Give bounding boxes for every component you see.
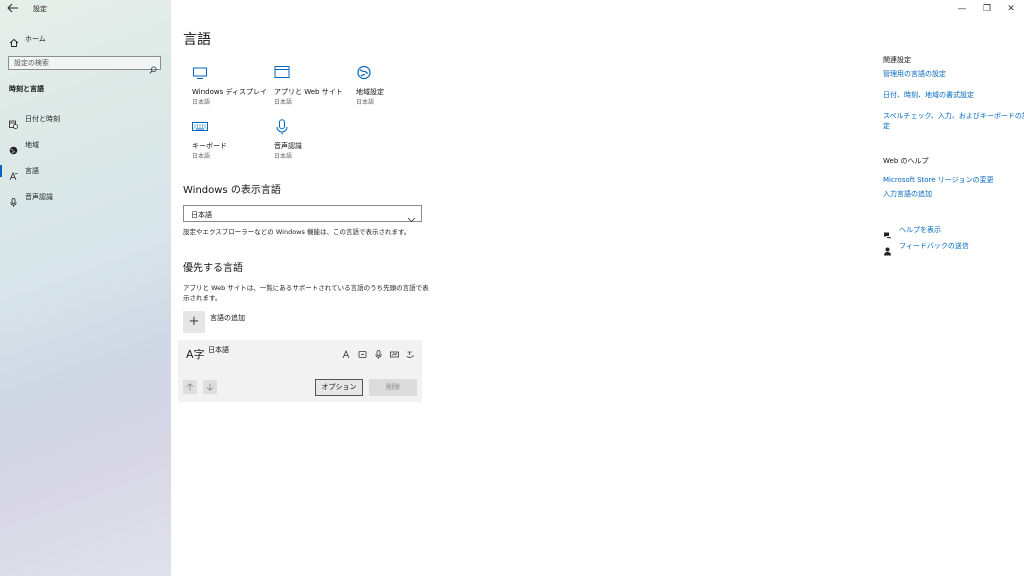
- display-icon: [192, 65, 208, 81]
- move-down-button[interactable]: [203, 380, 217, 394]
- tile-sublabel: 日本語: [192, 99, 211, 106]
- speech-feature-icon: [374, 344, 384, 359]
- language-glyph-icon: A字: [186, 348, 205, 361]
- sidebar-item-label: 地域: [25, 141, 39, 149]
- chevron-down-icon: [407, 209, 416, 223]
- tile-label: 音声認識: [274, 142, 302, 150]
- page-title: 言語: [183, 32, 211, 48]
- sidebar-item-speech[interactable]: 音声認識: [0, 188, 171, 207]
- language-feature-icons: [341, 344, 416, 359]
- tile-sublabel: 日本語: [274, 153, 293, 160]
- search-icon[interactable]: [149, 59, 157, 74]
- display-language-feature-icon: [342, 344, 352, 359]
- sidebar-item-label: 日付と時刻: [25, 115, 60, 123]
- add-language-label[interactable]: 言語の追加: [210, 313, 245, 323]
- search-box[interactable]: [8, 56, 161, 74]
- tile-label: キーボード: [192, 142, 227, 150]
- help-chat-icon: [883, 225, 892, 239]
- tile-speech[interactable]: 音声認識 日本語: [274, 119, 354, 161]
- search-input[interactable]: [9, 57, 149, 69]
- microphone-icon: [9, 192, 18, 207]
- sidebar-item-home[interactable]: ホーム: [0, 30, 171, 48]
- display-language-description: 設定やエクスプローラーなどの Windows 機能は、この言語で表示されます。: [183, 228, 411, 236]
- arrow-down-icon: [206, 383, 214, 391]
- keyboard-icon: [192, 119, 208, 135]
- tile-keyboard[interactable]: キーボード 日本語: [192, 119, 272, 161]
- microphone-icon: [274, 119, 290, 135]
- preferred-languages-heading: 優先する言語: [183, 263, 243, 274]
- preferred-languages-description-2: 示されます。: [183, 294, 222, 302]
- date-time-region-format-link[interactable]: 日付、時刻、地域の書式設定: [883, 90, 974, 100]
- globe-icon: [9, 140, 18, 155]
- spelling-typing-keyboard-link[interactable]: スペルチェック、入力、およびキーボードの設: [883, 111, 1024, 121]
- remove-button[interactable]: 削除: [369, 379, 417, 396]
- tile-sublabel: 日本語: [356, 99, 375, 106]
- tile-label: Windows ディスプレイ: [192, 88, 267, 96]
- home-icon: [9, 33, 19, 47]
- display-language-select[interactable]: 日本語: [183, 205, 422, 223]
- sidebar-section-heading: 時刻と言語: [9, 85, 44, 93]
- send-feedback-link[interactable]: フィードバックの送信: [899, 241, 969, 251]
- feedback-person-icon: [883, 241, 892, 256]
- tile-apps-websites[interactable]: アプリと Web サイト 日本語: [274, 65, 354, 107]
- admin-language-settings-link[interactable]: 管理用の言語の設定: [883, 69, 946, 79]
- tile-sublabel: 日本語: [192, 153, 211, 160]
- tile-label: アプリと Web サイト: [274, 88, 343, 96]
- move-up-button[interactable]: [183, 380, 197, 394]
- app-title: 設定: [33, 5, 47, 13]
- tile-label: 地域設定: [356, 88, 384, 96]
- language-name: 日本語: [208, 346, 229, 354]
- get-help-link[interactable]: ヘルプを表示: [899, 225, 941, 235]
- sidebar-item-label: ホーム: [25, 35, 46, 43]
- minimize-button[interactable]: —: [952, 2, 972, 16]
- language-icon: [9, 166, 18, 181]
- sidebar-item-label: 音声認識: [25, 193, 53, 201]
- close-button[interactable]: ✕: [1001, 2, 1021, 16]
- globe-icon: [356, 65, 372, 81]
- arrow-up-icon: [186, 383, 194, 391]
- tile-region-settings[interactable]: 地域設定 日本語: [356, 65, 436, 107]
- display-language-heading: Windows の表示言語: [183, 185, 281, 196]
- tile-windows-display[interactable]: Windows ディスプレイ 日本語: [192, 65, 272, 107]
- preferred-languages-description-1: アプリと Web サイトは、一覧にあるサポートされている言語のうち先頭の言語で表: [183, 284, 429, 292]
- web-help-heading: Web のヘルプ: [883, 157, 929, 165]
- display-language-value: 日本語: [191, 211, 212, 219]
- window-icon: [274, 65, 290, 81]
- plus-icon: +: [188, 314, 200, 329]
- options-button[interactable]: オプション: [315, 379, 363, 396]
- sidebar-item-date-time[interactable]: 日付と時刻: [0, 110, 171, 129]
- add-input-language-link[interactable]: 入力言語の追加: [883, 189, 932, 199]
- sidebar-item-region[interactable]: 地域: [0, 136, 171, 155]
- spellcheck-feature-icon: [406, 344, 416, 358]
- microsoft-store-region-link[interactable]: Microsoft Store リージョンの変更: [883, 175, 994, 185]
- related-settings-heading: 関連設定: [883, 56, 911, 64]
- calendar-clock-icon: [9, 114, 18, 129]
- sidebar: 設定 ホーム 時刻と言語 日付と時刻 地域 言語 音声認識: [0, 0, 171, 576]
- sidebar-item-label: 言語: [25, 167, 39, 175]
- back-arrow-icon[interactable]: [7, 3, 21, 15]
- language-card-japanese[interactable]: A字 日本語 オプション 削除: [178, 340, 422, 402]
- sidebar-item-language[interactable]: 言語: [0, 162, 171, 181]
- text-to-speech-feature-icon: [358, 344, 368, 358]
- restore-button[interactable]: ❐: [977, 2, 997, 16]
- add-language-button[interactable]: +: [183, 311, 205, 333]
- spelling-typing-keyboard-link-cont[interactable]: 定: [883, 121, 890, 131]
- tile-sublabel: 日本語: [274, 99, 293, 106]
- handwriting-feature-icon: [390, 344, 400, 358]
